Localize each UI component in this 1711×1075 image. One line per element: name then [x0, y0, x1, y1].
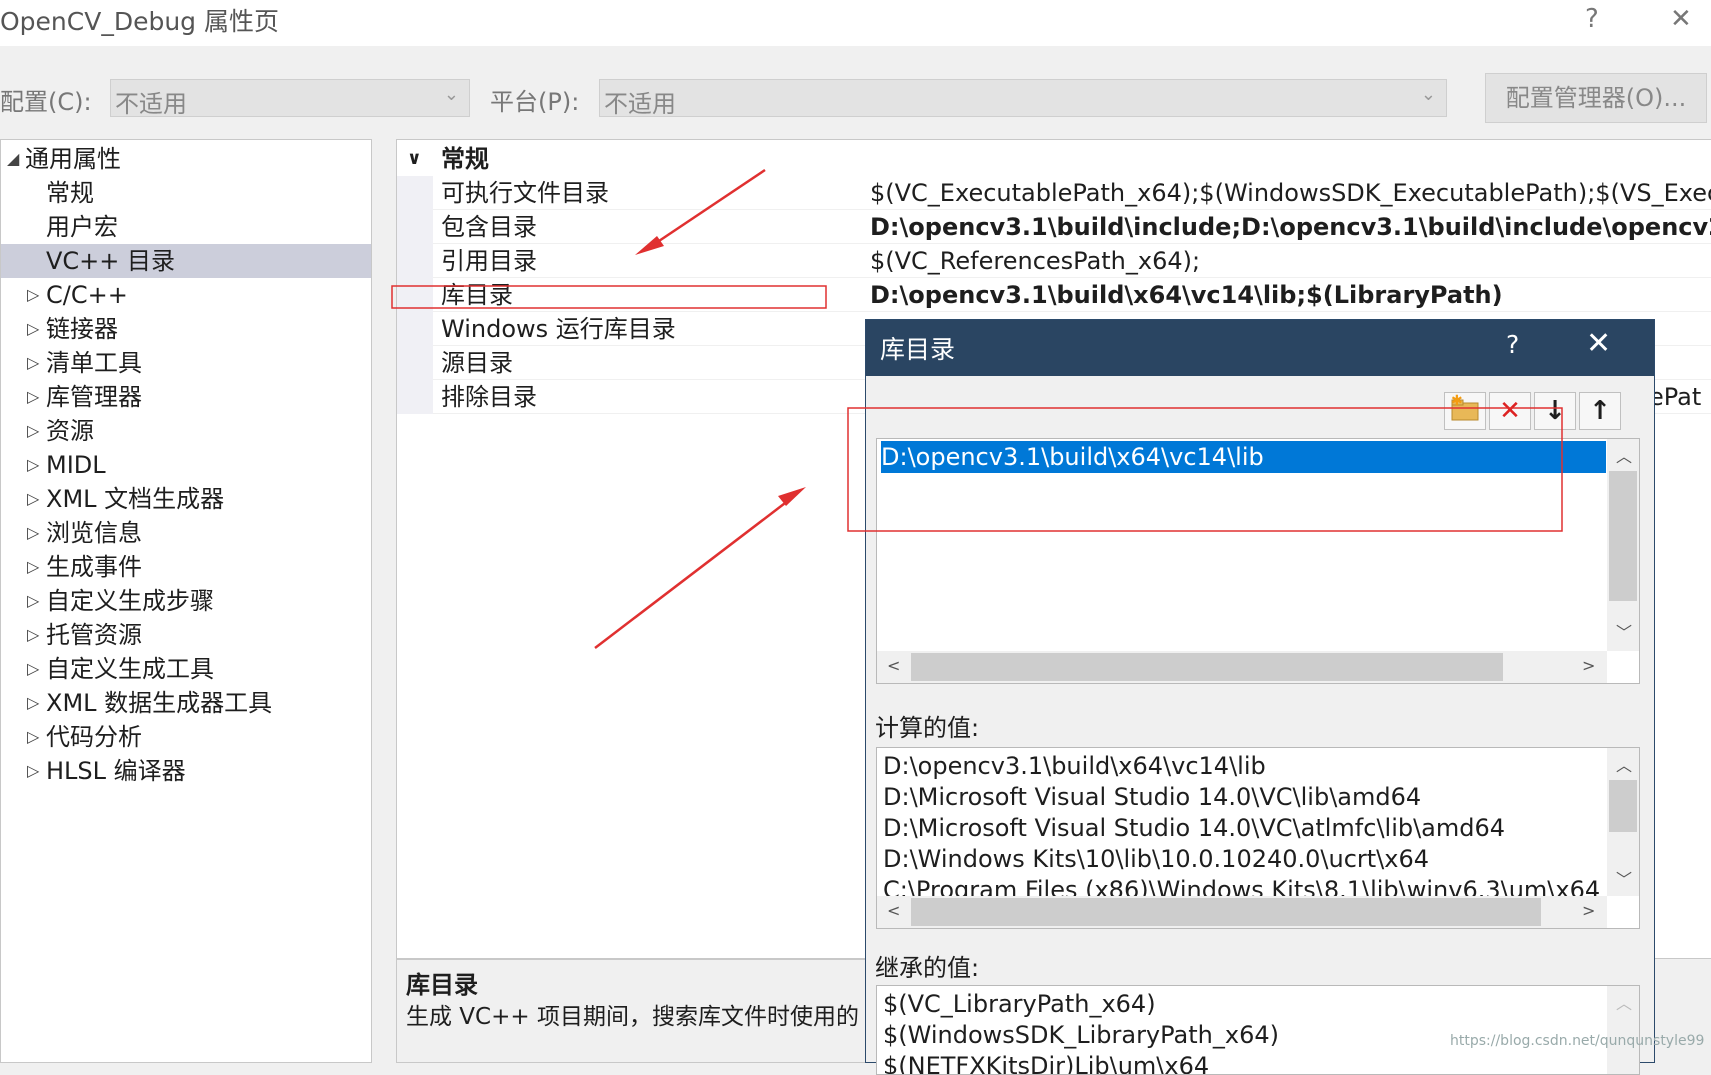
scroll-right-icon[interactable]: >: [1582, 656, 1595, 675]
arrow-down-icon: ↓: [1544, 396, 1566, 426]
inherited-label: 继承的值:: [875, 948, 979, 983]
scroll-thumb[interactable]: [911, 898, 1541, 926]
scroll-thumb[interactable]: [911, 653, 1503, 681]
config-combo[interactable]: 不适用 ⌄: [110, 79, 470, 117]
config-manager-button[interactable]: 配置管理器(O)...: [1485, 73, 1707, 123]
grid-row-executable-dirs[interactable]: 可执行文件目录 $(VC_ExecutablePath_x64);$(Windo…: [397, 176, 1711, 210]
tree-item-vc-directories[interactable]: VC++ 目录: [1, 244, 371, 278]
collapsed-triangle-icon: ▷: [27, 380, 39, 414]
directory-list[interactable]: D:\opencv3.1\build\x64\vc14\lib ︿ ﹀ < >: [876, 438, 1640, 684]
tree-item[interactable]: ▷MIDL: [1, 448, 371, 482]
delete-x-icon: ✕: [1499, 396, 1521, 426]
tree-item[interactable]: ▷XML 文档生成器: [1, 482, 371, 516]
collapsed-triangle-icon: ▷: [27, 720, 39, 754]
tree-item[interactable]: ▷自定义生成工具: [1, 652, 371, 686]
tree-item[interactable]: ▷自定义生成步骤: [1, 584, 371, 618]
help-icon[interactable]: ?: [1585, 4, 1599, 34]
tree-item[interactable]: ▷代码分析: [1, 720, 371, 754]
svg-text:✱: ✱: [1451, 393, 1463, 409]
collapsed-triangle-icon: ▷: [27, 482, 39, 516]
new-folder-icon: ✱: [1448, 393, 1482, 423]
tree-item[interactable]: ▷XML 数据生成器工具: [1, 686, 371, 720]
category-general[interactable]: ∨ 常规: [397, 142, 1711, 176]
list-item[interactable]: D:\opencv3.1\build\x64\vc14\lib: [881, 441, 1606, 473]
tree-item[interactable]: ▷链接器: [1, 312, 371, 346]
collapsed-triangle-icon: ▷: [27, 584, 39, 618]
inherited-values: $(VC_LibraryPath_x64) $(WindowsSDK_Libra…: [876, 985, 1640, 1075]
tree-item[interactable]: ▷HLSL 编译器: [1, 754, 371, 788]
close-icon[interactable]: ✕: [1670, 4, 1692, 34]
tree-item-general[interactable]: 常规: [1, 176, 371, 210]
scroll-down-icon[interactable]: ﹀: [1616, 619, 1632, 643]
collapsed-triangle-icon: ▷: [27, 618, 39, 652]
watermark: https://blog.csdn.net/qunqunstyle99: [1450, 1033, 1704, 1049]
scroll-right-icon[interactable]: >: [1582, 901, 1595, 920]
chevron-down-icon: ⌄: [1421, 84, 1436, 105]
arrow-up-icon: ↑: [1589, 396, 1611, 426]
chevron-down-icon: ∨: [407, 142, 422, 176]
property-tree: ◢ 通用属性 常规 用户宏 VC++ 目录 ▷C/C++ ▷链接器 ▷清单工具 …: [0, 139, 372, 1063]
scroll-up-icon[interactable]: ︿: [1616, 752, 1632, 776]
inherited-vscroll[interactable]: ︿: [1607, 986, 1639, 1074]
window-title: OpenCV_Debug 属性页: [0, 2, 279, 38]
tree-item[interactable]: ▷资源: [1, 414, 371, 448]
scroll-thumb[interactable]: [1609, 471, 1637, 601]
collapsed-triangle-icon: ▷: [27, 686, 39, 720]
dialog-title-bar: 库目录 ? ✕: [866, 320, 1654, 376]
collapsed-triangle-icon: ▷: [27, 516, 39, 550]
description-text: 生成 VC++ 项目期间，搜索库文件时使用的: [406, 997, 859, 1031]
move-up-button[interactable]: ↑: [1579, 392, 1621, 430]
grid-row-include-dirs[interactable]: 包含目录 D:\opencv3.1\build\include;D:\openc…: [397, 210, 1711, 244]
scroll-up-icon[interactable]: ︿: [1616, 443, 1632, 467]
new-folder-button[interactable]: ✱: [1444, 392, 1486, 430]
platform-label: 平台(P):: [490, 82, 579, 117]
scroll-up-icon[interactable]: ︿: [1616, 990, 1632, 1014]
config-value: 不适用: [115, 84, 187, 119]
platform-combo[interactable]: 不适用 ⌄: [599, 79, 1447, 117]
description-title: 库目录: [406, 965, 478, 1000]
collapsed-triangle-icon: ▷: [27, 754, 39, 788]
delete-button[interactable]: ✕: [1489, 392, 1531, 430]
computed-label: 计算的值:: [875, 708, 979, 743]
computed-values: D:\opencv3.1\build\x64\vc14\lib D:\Micro…: [876, 747, 1640, 929]
tree-item[interactable]: ▷生成事件: [1, 550, 371, 584]
chevron-down-icon: ⌄: [444, 84, 459, 105]
scroll-left-icon[interactable]: <: [887, 901, 900, 920]
collapsed-triangle-icon: ▷: [27, 346, 39, 380]
scroll-left-icon[interactable]: <: [887, 656, 900, 675]
computed-vscroll[interactable]: ︿ ﹀: [1607, 748, 1639, 896]
computed-hscroll[interactable]: < >: [877, 896, 1607, 928]
tree-item-user-macros[interactable]: 用户宏: [1, 210, 371, 244]
tree-item[interactable]: ▷C/C++: [1, 278, 371, 312]
list-hscroll[interactable]: < >: [877, 651, 1607, 683]
collapsed-triangle-icon: ▷: [27, 278, 39, 312]
tree-item[interactable]: ▷浏览信息: [1, 516, 371, 550]
platform-value: 不适用: [604, 84, 676, 119]
dialog-close-icon[interactable]: ✕: [1586, 326, 1611, 361]
collapsed-triangle-icon: ▷: [27, 312, 39, 346]
tree-item-root[interactable]: ◢ 通用属性: [1, 142, 371, 176]
list-vscroll[interactable]: ︿ ﹀: [1607, 439, 1639, 651]
collapsed-triangle-icon: ▷: [27, 448, 39, 482]
grid-row-library-dirs[interactable]: 库目录 D:\opencv3.1\build\x64\vc14\lib;$(Li…: [397, 278, 1711, 312]
collapsed-triangle-icon: ▷: [27, 550, 39, 584]
grid-row-reference-dirs[interactable]: 引用目录 $(VC_ReferencesPath_x64);: [397, 244, 1711, 278]
description-panel: 库目录 生成 VC++ 项目期间，搜索库文件时使用的: [396, 959, 896, 1063]
scroll-thumb[interactable]: [1609, 780, 1637, 832]
config-label: 配置(C):: [0, 82, 92, 117]
dialog-help-icon[interactable]: ?: [1506, 330, 1519, 359]
tree-item[interactable]: ▷库管理器: [1, 380, 371, 414]
scroll-down-icon[interactable]: ﹀: [1616, 866, 1632, 890]
dialog-title: 库目录: [880, 330, 955, 366]
collapsed-triangle-icon: ▷: [27, 652, 39, 686]
tree-item[interactable]: ▷托管资源: [1, 618, 371, 652]
expanded-triangle-icon: ◢: [7, 142, 19, 176]
library-directories-dialog: 库目录 ? ✕ ✱ ✕ ↓ ↑ D:\opencv3.1\build\x64\v…: [865, 319, 1655, 1063]
move-down-button[interactable]: ↓: [1534, 392, 1576, 430]
collapsed-triangle-icon: ▷: [27, 414, 39, 448]
tree-item[interactable]: ▷清单工具: [1, 346, 371, 380]
